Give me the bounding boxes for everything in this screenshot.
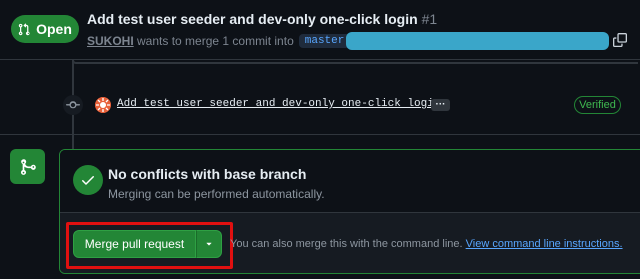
author-link[interactable]: SUKOHI: [87, 34, 134, 48]
git-pull-request-icon: [18, 22, 30, 35]
pr-title-text: Add test user seeder and dev-only one-cl…: [87, 11, 418, 27]
head-branch-redacted[interactable]: [346, 32, 609, 50]
pr-meta: SUKOHI wants to merge 1 commit into mast…: [87, 33, 379, 49]
cli-hint-text: You can also merge this with the command…: [230, 238, 463, 250]
merge-status-icon: [10, 149, 45, 184]
merge-pull-request-button[interactable]: Merge pull request: [73, 230, 196, 258]
merge-status-title: No conflicts with base branch: [108, 166, 307, 182]
pr-number: #1: [421, 11, 438, 27]
commit-message-link[interactable]: Add test user seeder and dev-only one-cl…: [117, 98, 440, 110]
cli-hint: You can also merge this with the command…: [230, 238, 623, 250]
pr-state-badge: Open: [11, 15, 79, 43]
commit-expand-button[interactable]: ···: [431, 99, 450, 111]
cli-instructions-link[interactable]: View command line instructions.: [466, 238, 623, 250]
timeline-divider: [0, 134, 640, 135]
check-icon: [82, 176, 94, 185]
pr-header: Open Add test user seeder and dev-only o…: [0, 0, 640, 60]
merge-status-panel: No conflicts with base branch Merging ca…: [60, 150, 640, 212]
avatar-icon: [95, 97, 111, 113]
pr-state-label: Open: [36, 21, 72, 37]
base-branch[interactable]: master: [298, 34, 351, 48]
copy-icon: [613, 33, 627, 47]
merge-status-subtitle: Merging can be performed automatically.: [108, 187, 325, 201]
pr-title: Add test user seeder and dev-only one-cl…: [87, 11, 437, 27]
commit-author-avatar[interactable]: [95, 97, 111, 113]
timeline-corner: [72, 60, 638, 64]
copy-branch-button[interactable]: [612, 32, 628, 48]
commit-node: [63, 95, 83, 115]
triangle-down-icon: [206, 242, 212, 246]
merge-method-dropdown[interactable]: [196, 230, 222, 258]
check-badge: [73, 165, 103, 195]
git-commit-icon: [66, 101, 80, 109]
verified-badge[interactable]: Verified: [574, 96, 621, 114]
git-merge-icon: [20, 158, 36, 175]
meta-text-merge: wants to merge 1 commit into: [137, 34, 294, 48]
